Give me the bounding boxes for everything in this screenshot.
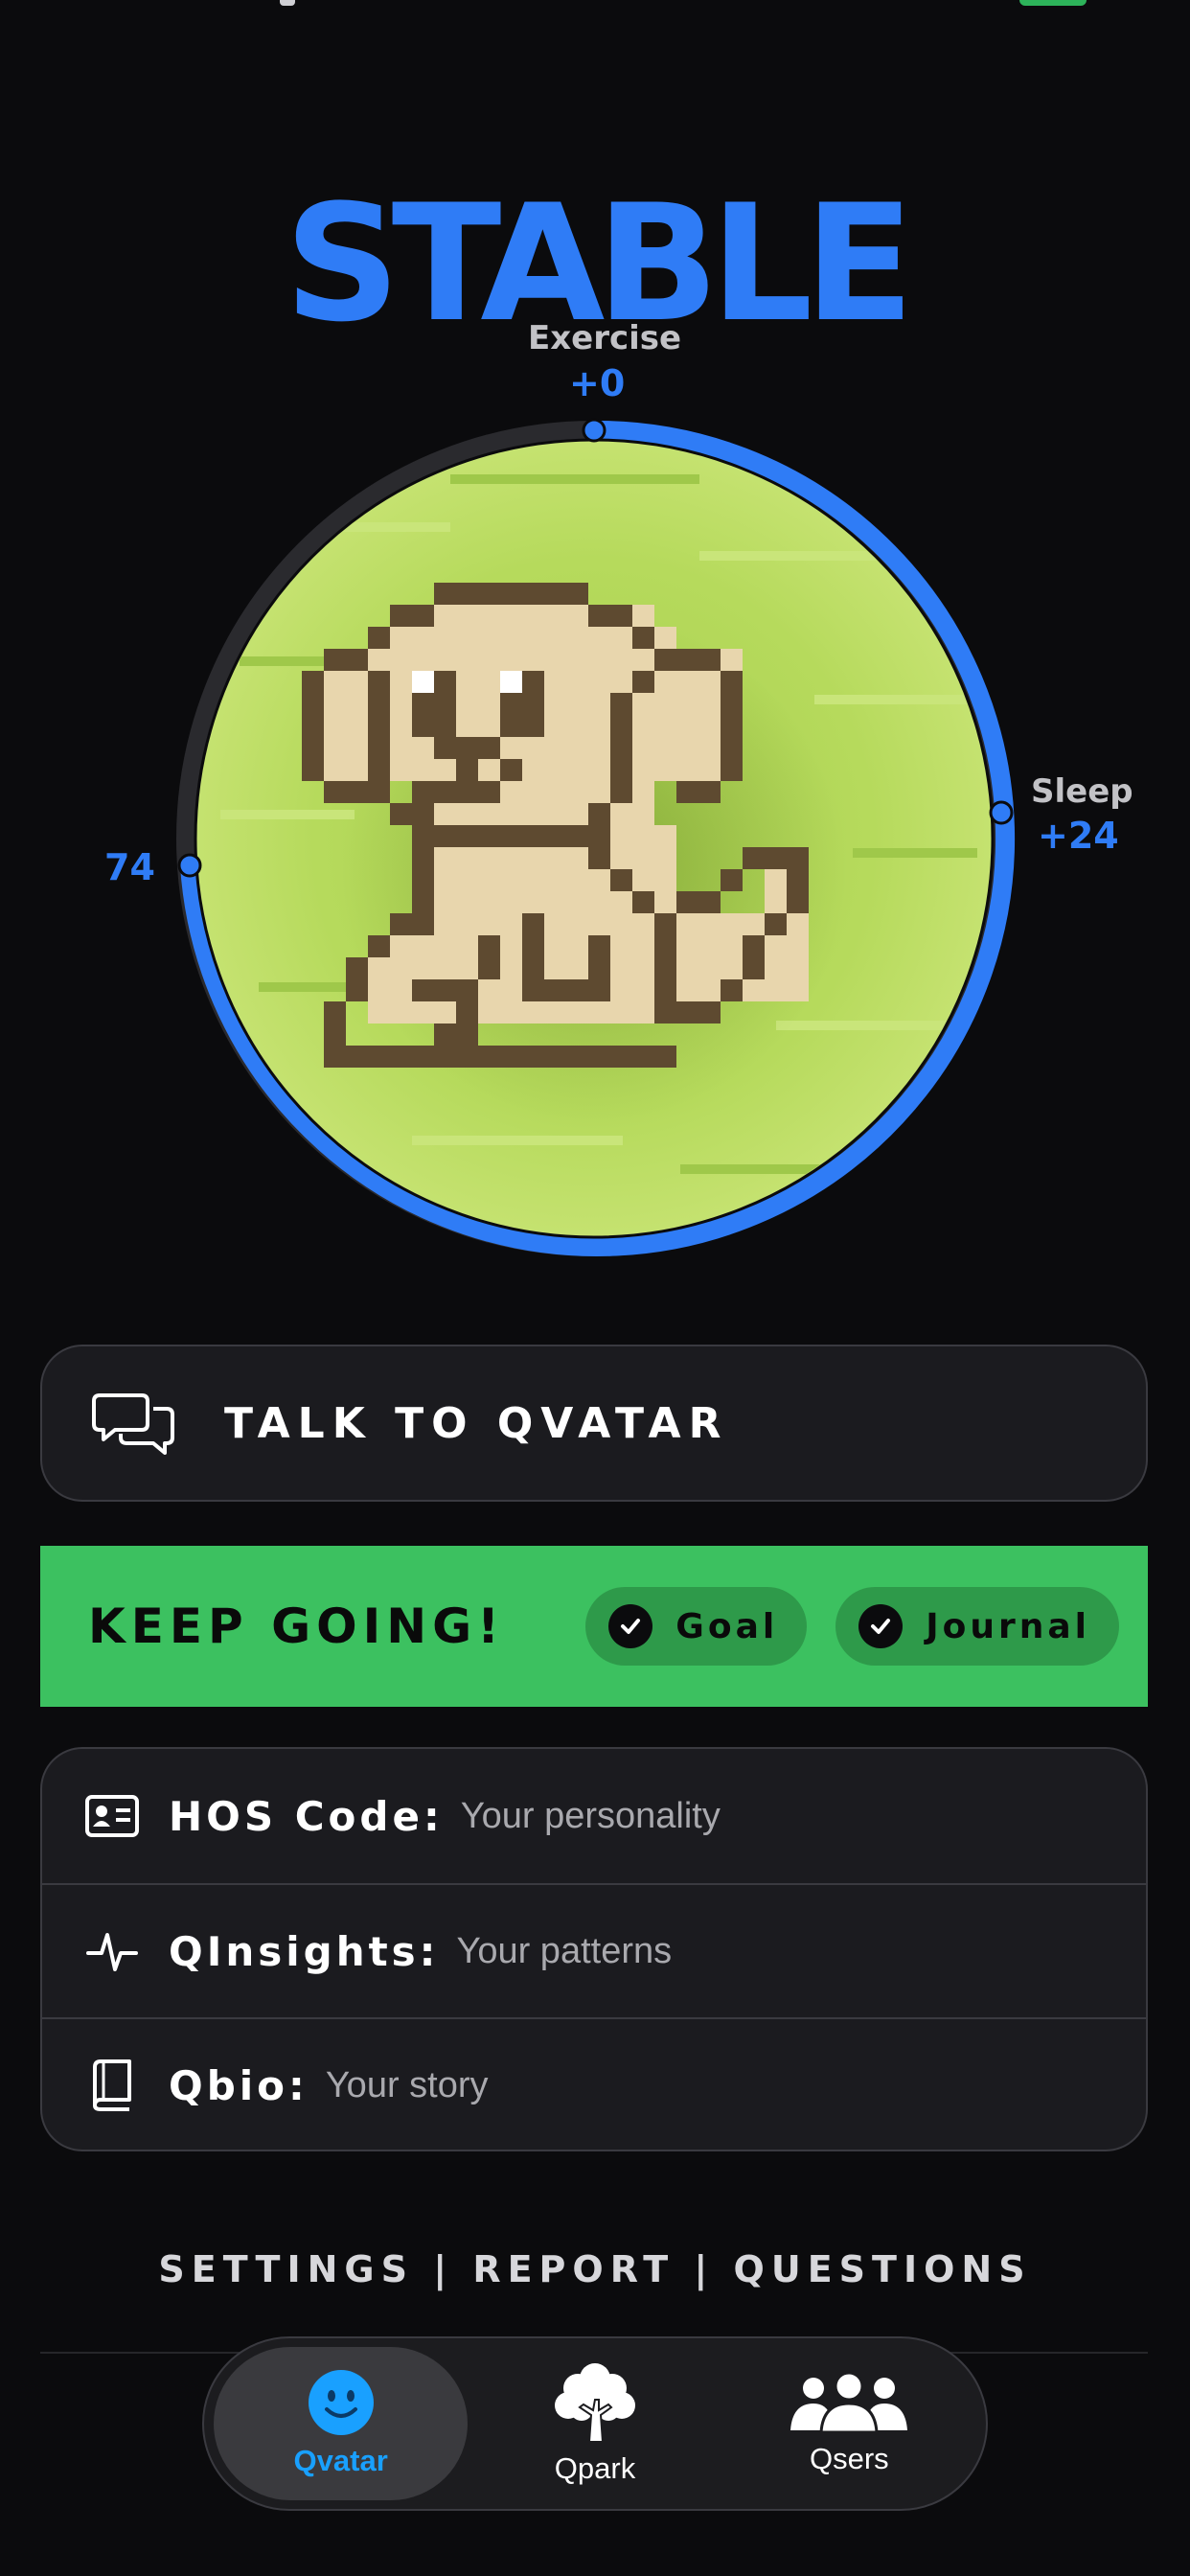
hos-code-desc: Your personality: [460, 1795, 721, 1836]
tab-qpark[interactable]: Qpark: [468, 2347, 721, 2500]
check-icon: [608, 1604, 653, 1648]
goal-chip[interactable]: Goal: [585, 1587, 808, 1666]
footer-separator: |: [694, 2248, 715, 2290]
qinsights-desc: Your patterns: [456, 1930, 673, 1971]
book-icon: [84, 2058, 140, 2113]
exercise-label: Exercise: [528, 319, 682, 357]
qbio-label: Qbio:: [169, 2061, 309, 2109]
score-marker: [177, 853, 202, 878]
qinsights-label: QInsights:: [169, 1927, 440, 1975]
link-qbio[interactable]: Qbio: Your story: [42, 2017, 1146, 2150]
exercise-marker: [582, 418, 606, 443]
sleep-label: Sleep: [1031, 772, 1133, 811]
check-icon: [858, 1604, 904, 1648]
chat-bubbles-icon: [92, 1393, 174, 1455]
score-value: 74: [104, 846, 155, 888]
tab-qpark-label: Qpark: [554, 2451, 636, 2485]
banner-title: KEEP GOING!: [88, 1598, 505, 1654]
sleep-value: +24: [1038, 815, 1119, 857]
report-link[interactable]: REPORT: [472, 2248, 675, 2290]
battery-indicator: [1019, 0, 1087, 6]
goal-chip-label: Goal: [675, 1606, 779, 1646]
footer-separator: |: [433, 2248, 454, 2290]
journal-chip-label: Journal: [926, 1606, 1090, 1646]
talk-button-label: TALK TO QVATAR: [224, 1398, 729, 1448]
tab-bar: Qvatar Qpark Qsers: [202, 2336, 988, 2511]
keep-going-banner: KEEP GOING! Goal Journal: [40, 1546, 1148, 1707]
journal-chip[interactable]: Journal: [835, 1587, 1119, 1666]
links-card: HOS Code: Your personality QInsights: Yo…: [40, 1747, 1148, 2151]
link-qinsights[interactable]: QInsights: Your patterns: [42, 1883, 1146, 2017]
link-hos-code[interactable]: HOS Code: Your personality: [42, 1749, 1146, 1883]
tab-qsers-label: Qsers: [809, 2442, 889, 2475]
questions-link[interactable]: QUESTIONS: [734, 2248, 1032, 2290]
exercise-value: +0: [569, 362, 626, 404]
tab-qvatar[interactable]: Qvatar: [214, 2347, 469, 2500]
status-indicator: [280, 0, 295, 6]
talk-to-qvatar-button[interactable]: TALK TO QVATAR: [40, 1345, 1148, 1502]
footer-links: SETTINGS | REPORT | QUESTIONS: [0, 2248, 1190, 2290]
qbio-desc: Your story: [325, 2064, 489, 2105]
sleep-marker: [989, 800, 1014, 825]
settings-link[interactable]: SETTINGS: [158, 2248, 414, 2290]
people-icon: [790, 2371, 908, 2434]
pulse-icon: [84, 1923, 140, 1979]
id-card-icon: [84, 1788, 140, 1844]
tab-qsers[interactable]: Qsers: [722, 2347, 976, 2500]
tab-qvatar-label: Qvatar: [293, 2444, 388, 2477]
tree-icon: [554, 2363, 635, 2443]
avatar-ring: [176, 418, 1016, 1256]
hos-code-label: HOS Code:: [169, 1792, 444, 1840]
smiley-icon: [308, 2370, 374, 2435]
